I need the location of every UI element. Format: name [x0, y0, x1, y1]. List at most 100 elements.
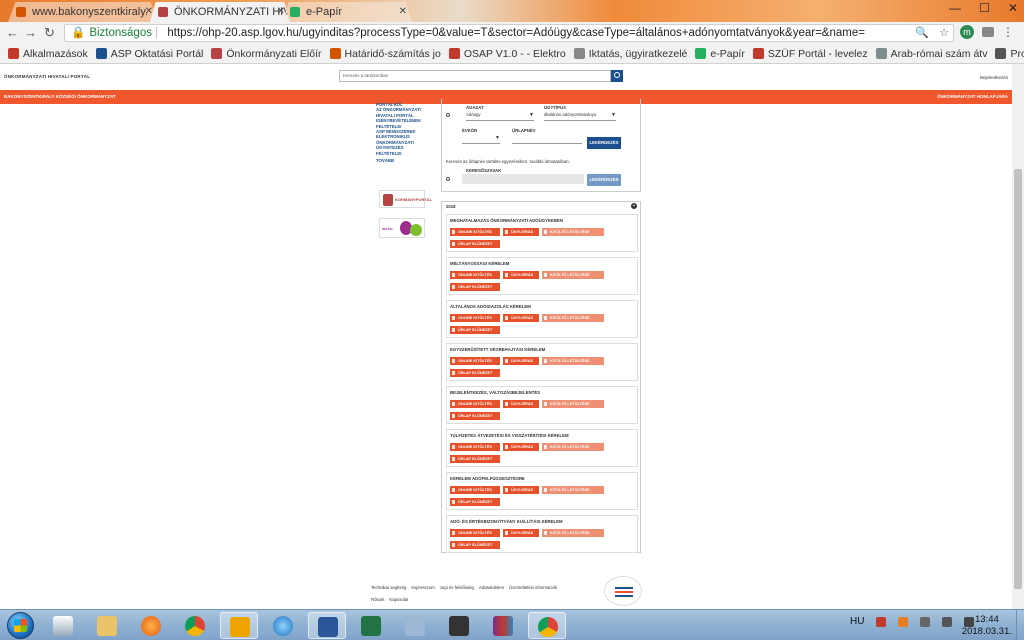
taskbar-calculator[interactable] — [396, 612, 434, 639]
download-filler-button[interactable]: KITÖLTŐ LETÖLTÉSE — [542, 271, 604, 279]
year-select[interactable]: ▼ — [462, 135, 500, 144]
bookmark-item[interactable]: OSAP V1.0 - - Elektro — [448, 48, 566, 60]
form-preview-button[interactable]: ŰRLAP ELŐNÉZET — [450, 412, 500, 420]
back-icon[interactable]: ← — [6, 25, 19, 40]
flag-icon[interactable] — [920, 616, 931, 627]
show-desktop-button[interactable] — [1016, 610, 1024, 640]
keyword-query-button[interactable]: LEKÉRDEZÉS — [587, 174, 621, 186]
case-description-button[interactable]: ÜGYLEÍRÁS — [503, 228, 539, 236]
forward-icon[interactable]: → — [24, 25, 37, 40]
bookmark-item[interactable]: Probono — [995, 48, 1024, 60]
online-fill-button[interactable]: ONLINE KITÖLTÉS — [450, 400, 500, 408]
taskbar-explorer[interactable] — [88, 612, 126, 639]
form-preview-button[interactable]: ŰRLAP ELŐNÉZET — [450, 326, 500, 334]
form-preview-button[interactable]: ŰRLAP ELŐNÉZET — [450, 369, 500, 377]
form-preview-button[interactable]: ŰRLAP ELŐNÉZET — [450, 541, 500, 549]
menu-kebab-icon[interactable]: ⋮ — [1002, 25, 1014, 39]
online-fill-button[interactable]: ONLINE KITÖLTÉS — [450, 529, 500, 537]
sidebar-link[interactable]: TOVÁBB — [376, 158, 434, 163]
case-description-button[interactable]: ÜGYLEÍRÁS — [503, 271, 539, 279]
taskbar-ie[interactable] — [264, 612, 302, 639]
search-mode-radio[interactable] — [446, 113, 450, 117]
footer-link[interactable]: Technikai segítség — [371, 585, 406, 590]
bookmark-item[interactable]: Önkormányzati Előír — [211, 48, 322, 60]
footer-link[interactable]: Kapcsolat — [389, 597, 408, 602]
bookmark-item[interactable]: Határidő-számítás jo — [329, 48, 441, 60]
case-description-button[interactable]: ÜGYLEÍRÁS — [503, 400, 539, 408]
online-fill-button[interactable]: ONLINE KITÖLTÉS — [450, 271, 500, 279]
online-fill-button[interactable]: ONLINE KITÖLTÉS — [450, 314, 500, 322]
footer-link[interactable]: Adatvédelem — [479, 585, 504, 590]
municipality-name[interactable]: BAKONYSZENTKIRÁLY KÖZSÉGI ÖNKORMÁNYZAT — [4, 94, 116, 99]
close-tab-icon[interactable]: ✕ — [399, 2, 407, 22]
taskbar-chrome-1[interactable] — [176, 612, 214, 639]
bookmark-item[interactable]: Iktatás, ügyiratkezelé — [573, 48, 687, 60]
clock[interactable]: 13:44 2018.03.31. — [962, 614, 1012, 638]
reload-icon[interactable]: ↻ — [44, 25, 55, 41]
download-filler-button[interactable]: KITÖLTŐ LETÖLTÉSE — [542, 443, 604, 451]
query-button[interactable]: LEKÉRDEZÉS — [587, 137, 621, 149]
bookmark-item[interactable]: e-Papír — [695, 48, 745, 60]
download-filler-button[interactable]: KITÖLTŐ LETÖLTÉSE — [542, 400, 604, 408]
form-preview-button[interactable]: ŰRLAP ELŐNÉZET — [450, 240, 500, 248]
star-icon[interactable]: ☆ — [939, 25, 949, 41]
close-window-icon[interactable]: ✕ — [1008, 1, 1018, 15]
login-link[interactable]: Bejelentkezés — [980, 75, 1008, 80]
scrollbar-thumb[interactable] — [1014, 169, 1022, 589]
taskbar-firefox[interactable] — [132, 612, 170, 639]
online-fill-button[interactable]: ONLINE KITÖLTÉS — [450, 486, 500, 494]
taskbar-word[interactable] — [308, 612, 346, 639]
casetype-select[interactable]: általános adónyomtatványo ▼ — [544, 112, 616, 121]
online-fill-button[interactable]: ONLINE KITÖLTÉS — [450, 228, 500, 236]
case-description-button[interactable]: ÜGYLEÍRÁS — [503, 443, 539, 451]
form-preview-button[interactable]: ŰRLAP ELŐNÉZET — [450, 283, 500, 291]
footer-link[interactable]: Rólunk — [371, 597, 384, 602]
download-filler-button[interactable]: KITÖLTŐ LETÖLTÉSE — [542, 228, 604, 236]
bookmark-item[interactable]: Arab-római szám átv — [875, 48, 987, 60]
online-fill-button[interactable]: ONLINE KITÖLTÉS — [450, 357, 500, 365]
sidebar-link[interactable]: FELTÉTELEI — [376, 151, 434, 156]
taskbar-media-player[interactable] — [44, 612, 82, 639]
taskbar-chrome-2[interactable] — [528, 612, 566, 639]
maximize-icon[interactable]: ☐ — [979, 1, 990, 15]
taskbar-outlook[interactable] — [220, 612, 258, 639]
network-icon[interactable] — [942, 616, 953, 627]
taskbar-excel[interactable] — [352, 612, 390, 639]
case-description-button[interactable]: ÜGYLEÍRÁS — [503, 529, 539, 537]
keyword-mode-radio[interactable] — [446, 177, 450, 181]
kormanyportal-logo[interactable]: KORMÁNYPORTÁL — [379, 190, 432, 208]
download-filler-button[interactable]: KITÖLTŐ LETÖLTÉSE — [542, 529, 604, 537]
taskbar-winrar[interactable] — [484, 612, 522, 639]
online-fill-button[interactable]: ONLINE KITÖLTÉS — [450, 443, 500, 451]
taskbar-app-film[interactable] — [440, 612, 478, 639]
page-scrollbar[interactable] — [1012, 64, 1024, 609]
form-preview-button[interactable]: ŰRLAP ELŐNÉZET — [450, 498, 500, 506]
download-filler-button[interactable]: KITÖLTŐ LETÖLTÉSE — [542, 314, 604, 322]
bookmark-item[interactable]: SZÜF Portál - levelez — [752, 48, 868, 60]
keyword-input[interactable] — [462, 174, 584, 184]
language-indicator[interactable]: HU — [850, 616, 864, 627]
footer-link[interactable]: Üzemeltetési információk — [509, 585, 557, 590]
tray-app-icon[interactable] — [898, 616, 909, 627]
search-input[interactable]: Keresés a tartalomban — [339, 70, 611, 82]
form-preview-button[interactable]: ŰRLAP ELŐNÉZET — [450, 455, 500, 463]
case-description-button[interactable]: ÜGYLEÍRÁS — [503, 486, 539, 494]
case-description-button[interactable]: ÜGYLEÍRÁS — [503, 314, 539, 322]
browser-tab-1[interactable]: www.bakonyszentkiraly. ✕ — [8, 2, 158, 22]
case-description-button[interactable]: ÜGYLEÍRÁS — [503, 357, 539, 365]
tray-app-icon[interactable] — [876, 616, 887, 627]
bookmark-item[interactable]: ASP Oktatási Portál — [95, 48, 203, 60]
search-button[interactable] — [611, 70, 623, 82]
browser-tab-3[interactable]: e-Papír ✕ — [282, 2, 412, 22]
download-filler-button[interactable]: KITÖLTŐ LETÖLTÉSE — [542, 357, 604, 365]
footer-link[interactable]: Impresszum — [411, 585, 434, 590]
bookmark-item[interactable]: Alkalmazások — [8, 48, 88, 60]
zoom-icon[interactable]: 🔍 — [915, 25, 929, 41]
minimize-icon[interactable]: — — [949, 1, 961, 15]
office-homepage-link[interactable]: ÖNKORMÁNYZAT HONLAPJÁRA — [937, 94, 1008, 99]
profile-avatar[interactable]: m — [960, 25, 974, 39]
start-button[interactable] — [2, 611, 38, 640]
download-filler-button[interactable]: KITÖLTŐ LETÖLTÉSE — [542, 486, 604, 494]
cast-icon[interactable] — [982, 27, 994, 37]
browser-tab-2[interactable]: ÖNKORMÁNYZATI HIVA ✕ — [150, 2, 290, 22]
